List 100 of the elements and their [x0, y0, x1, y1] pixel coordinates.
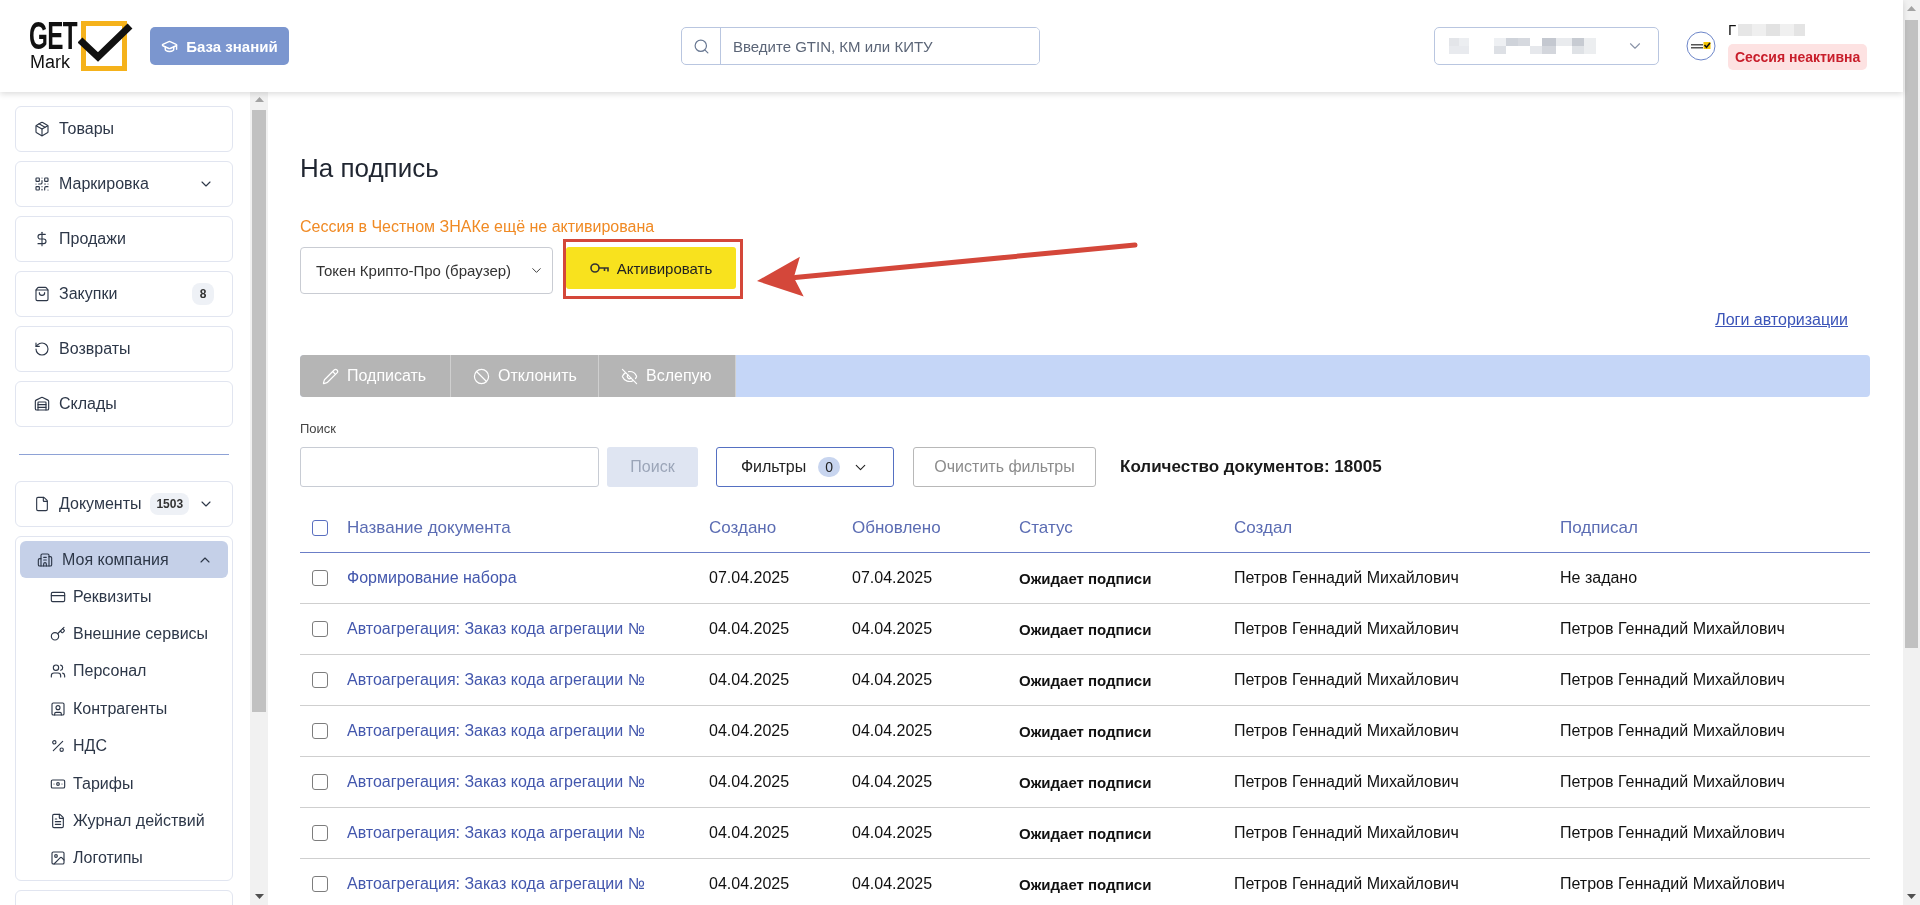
- row-checkbox[interactable]: [312, 825, 328, 841]
- box-icon: [34, 121, 50, 137]
- dollar-icon: [34, 231, 50, 247]
- sidebar-subitem[interactable]: Реквизиты: [20, 578, 228, 616]
- sidebar-subitem[interactable]: Тарифы: [20, 764, 228, 803]
- document-link[interactable]: Автоагрегация: Заказ кода агрегации №: [347, 671, 645, 689]
- sidebar-subitem[interactable]: НДС: [20, 727, 228, 765]
- table-cell: Не задано: [1560, 569, 1638, 587]
- column-header[interactable]: Создал: [1234, 517, 1293, 538]
- table-cell: 04.04.2025: [852, 773, 933, 791]
- status-text: Ожидает подписи: [1019, 569, 1152, 587]
- logo-check-icon: [78, 21, 133, 71]
- status-text: Ожидает подписи: [1019, 773, 1152, 791]
- status-text: Ожидает подписи: [1019, 671, 1152, 689]
- table-cell: 04.04.2025: [852, 620, 933, 638]
- shopping-bag-icon: [34, 286, 50, 302]
- sidebar-item[interactable]: Документы 1503: [15, 481, 233, 527]
- column-header[interactable]: Обновлено: [852, 517, 941, 538]
- table-cell: Петров Геннадий Михайлович: [1234, 671, 1459, 689]
- row-checkbox[interactable]: [312, 621, 328, 637]
- count-badge: 0: [818, 457, 841, 477]
- building-icon: [37, 551, 53, 568]
- list-document-icon: [50, 813, 66, 830]
- document-link[interactable]: Автоагрегация: Заказ кода агрегации №: [347, 620, 645, 638]
- table-cell: Петров Геннадий Михайлович: [1560, 671, 1785, 689]
- key-icon: [50, 626, 66, 643]
- pencil-icon: [322, 367, 339, 385]
- column-header[interactable]: Создано: [709, 517, 777, 538]
- table-cell: 04.04.2025: [709, 620, 790, 638]
- count-badge: 8: [192, 283, 214, 305]
- scroll-down-icon[interactable]: [1907, 894, 1916, 899]
- sidebar-subitem[interactable]: Логотипы: [20, 839, 228, 878]
- column-header[interactable]: Подписал: [1560, 517, 1638, 538]
- scroll-up-icon[interactable]: [254, 97, 264, 102]
- document-link[interactable]: Автоагрегация: Заказ кода агрегации №: [347, 824, 645, 842]
- scroll-down-icon[interactable]: [254, 894, 264, 899]
- sidebar-item[interactable]: Закупки 8: [15, 271, 233, 317]
- table-cell: 04.04.2025: [852, 722, 933, 740]
- sidebar-subitem[interactable]: Журнал действий: [20, 802, 228, 840]
- status-text: Ожидает подписи: [1019, 875, 1152, 893]
- table-cell: Петров Геннадий Михайлович: [1234, 824, 1459, 842]
- key-icon: [589, 262, 609, 274]
- search-input[interactable]: [300, 447, 599, 487]
- scrollbar-track[interactable]: [1903, 0, 1920, 905]
- status-text: Ожидает подписи: [1019, 722, 1152, 740]
- scrollbar-thumb[interactable]: [252, 110, 266, 712]
- search-label: Поиск: [300, 421, 337, 436]
- status-text: Ожидает подписи: [1019, 824, 1152, 842]
- page-title: На подпись: [300, 152, 439, 185]
- row-checkbox[interactable]: [312, 723, 328, 739]
- table-cell: 07.04.2025: [709, 569, 790, 587]
- scrollbar-track[interactable]: [250, 92, 268, 905]
- sidebar-item[interactable]: Возвраты: [15, 326, 233, 372]
- table-cell: Петров Геннадий Михайлович: [1560, 875, 1785, 893]
- scroll-up-icon[interactable]: [1907, 6, 1916, 11]
- table-cell: 07.04.2025: [852, 569, 933, 587]
- table-cell: 04.04.2025: [852, 875, 933, 893]
- column-header[interactable]: Статус: [1019, 517, 1073, 538]
- logo-title: GET: [29, 20, 78, 52]
- auth-logs-link[interactable]: Логи авторизации: [1715, 310, 1848, 330]
- filters-button[interactable]: Фильтры 0: [716, 447, 894, 487]
- token-select[interactable]: Токен Крипто-Про (браузер): [300, 247, 553, 294]
- sidebar-item[interactable]: Моя компания: [20, 541, 228, 578]
- table-cell: Петров Геннадий Михайлович: [1560, 773, 1785, 791]
- table-cell: 04.04.2025: [709, 773, 790, 791]
- documents-count: Количество документов: 18005: [1120, 457, 1382, 477]
- sidebar-item[interactable]: Склады: [15, 381, 233, 427]
- people-icon: [50, 663, 66, 680]
- table-cell: Петров Геннадий Михайлович: [1560, 620, 1785, 638]
- sidebar-subitem[interactable]: Внешние сервисы: [20, 615, 228, 653]
- session-warning: Сессия в Честном ЗНАКе ещё не активирована: [300, 217, 655, 237]
- sidebar-item[interactable]: Продажи: [15, 216, 233, 262]
- select-all-checkbox[interactable]: [312, 519, 328, 536]
- search-field[interactable]: Введите GTIN, КМ или КИТУ: [681, 27, 1040, 65]
- contact-card-icon: [50, 700, 66, 717]
- user-name: Г: [1728, 22, 1737, 37]
- row-checkbox[interactable]: [312, 876, 328, 892]
- scrollbar-thumb[interactable]: [1905, 20, 1918, 648]
- document-link[interactable]: Автоагрегация: Заказ кода агрегации №: [347, 875, 645, 893]
- sidebar-subitem[interactable]: Персонал: [20, 652, 228, 691]
- row-checkbox[interactable]: [312, 570, 328, 586]
- row-checkbox[interactable]: [312, 774, 328, 790]
- sidebar-item[interactable]: Товары: [15, 106, 233, 152]
- sidebar-item[interactable]: Маркировка: [15, 161, 233, 207]
- table-cell: 04.04.2025: [852, 671, 933, 689]
- count-badge: 1503: [150, 493, 189, 515]
- document-link[interactable]: Автоагрегация: Заказ кода агрегации №: [347, 773, 645, 791]
- document-link[interactable]: Формирование набора: [347, 569, 517, 587]
- document-link[interactable]: Автоагрегация: Заказ кода агрегации №: [347, 722, 645, 740]
- percent-icon: [50, 738, 66, 755]
- column-header[interactable]: Название документа: [347, 517, 511, 538]
- table-cell: Петров Геннадий Михайлович: [1234, 620, 1459, 638]
- table-cell: 04.04.2025: [709, 875, 790, 893]
- image-icon: [50, 850, 66, 867]
- activate-button[interactable]: Активировать: [566, 247, 736, 289]
- undo-arrow-icon: [34, 341, 50, 357]
- row-checkbox[interactable]: [312, 672, 328, 688]
- eye-off-icon: [621, 367, 638, 385]
- table-cell: Петров Геннадий Михайлович: [1234, 773, 1459, 791]
- sidebar-subitem[interactable]: Контрагенты: [20, 690, 228, 728]
